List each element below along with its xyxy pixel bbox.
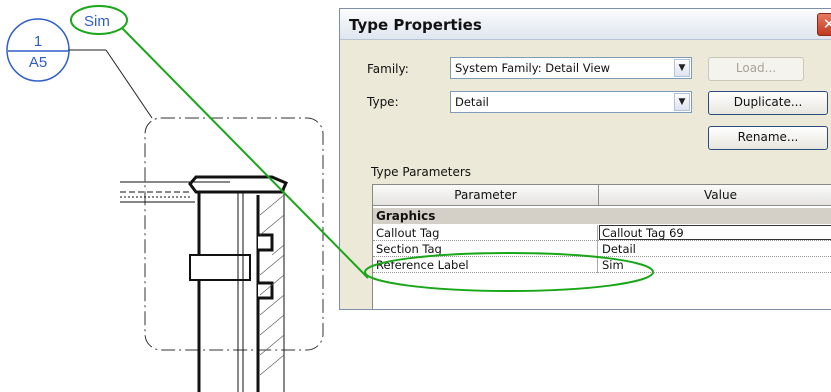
- group-header-graphics[interactable]: Graphics: [373, 208, 831, 224]
- parameter-name: Callout Tag: [376, 226, 440, 240]
- table-row[interactable]: Section Tag Detail: [373, 241, 831, 257]
- table-row[interactable]: Callout Tag Callout Tag 69: [373, 225, 831, 241]
- column-divider: [597, 241, 598, 257]
- type-value: Detail: [455, 95, 489, 109]
- dialog-title: Type Properties: [349, 16, 482, 34]
- column-divider: [597, 225, 598, 241]
- family-value: System Family: Detail View: [455, 61, 611, 75]
- chevron-down-icon[interactable]: ▼: [674, 93, 690, 111]
- parameter-name: Reference Label: [376, 258, 469, 272]
- type-select[interactable]: Detail ▼: [450, 91, 692, 113]
- parameter-value: Callout Tag 69: [602, 226, 684, 240]
- callout-sheet-number: A5: [29, 54, 47, 71]
- column-header-parameter[interactable]: Parameter: [373, 185, 599, 206]
- type-parameters-label: Type Parameters: [371, 165, 472, 179]
- close-icon[interactable]: ✕: [817, 13, 831, 36]
- column-header-value[interactable]: Value: [599, 185, 831, 206]
- dialog-titlebar[interactable]: Type Properties ✕: [340, 9, 831, 40]
- family-select[interactable]: System Family: Detail View ▼: [450, 57, 692, 79]
- load-button[interactable]: Load...: [708, 57, 804, 81]
- table-row[interactable]: Reference Label Sim: [373, 257, 831, 273]
- family-label: Family:: [367, 62, 409, 76]
- callout-detail-number: 1: [34, 33, 42, 50]
- callout-reference-label: Sim: [84, 13, 110, 30]
- column-divider: [597, 257, 598, 273]
- callout-tag[interactable]: 1 A5: [6, 18, 153, 119]
- parameter-name: Section Tag: [376, 242, 442, 256]
- type-label: Type:: [367, 95, 399, 109]
- type-properties-dialog: Type Properties ✕ Family: System Family:…: [339, 8, 831, 310]
- chevron-down-icon[interactable]: ▼: [674, 59, 690, 77]
- parameter-value: Sim: [602, 258, 624, 272]
- duplicate-button[interactable]: Duplicate...: [708, 91, 828, 115]
- parameter-value: Detail: [602, 242, 636, 256]
- callout-boundary: [144, 117, 324, 351]
- parameters-table: Parameter Value Graphics Callout Tag Cal…: [372, 184, 831, 309]
- rename-button[interactable]: Rename...: [708, 126, 828, 150]
